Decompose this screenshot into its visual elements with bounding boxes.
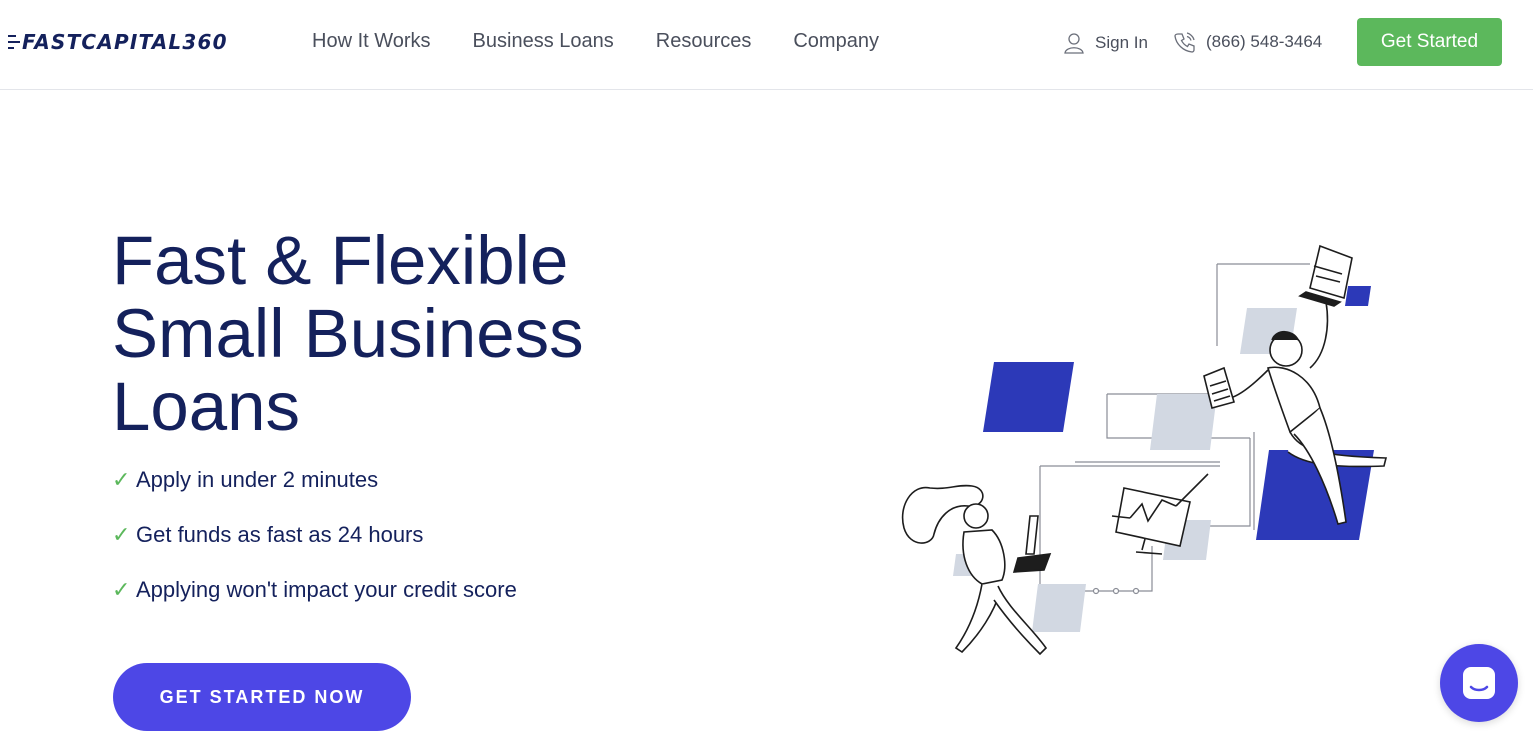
- sign-in-link[interactable]: Sign In: [1063, 31, 1148, 55]
- benefit-text: Get funds as fast as 24 hours: [136, 522, 424, 547]
- site-header: FASTCAPITAL360 How It Works Business Loa…: [0, 0, 1533, 90]
- phone-number: (866) 548-3464: [1206, 32, 1323, 51]
- hero-title: Fast & Flexible Small Business Loans: [112, 222, 584, 445]
- check-icon: ✓: [112, 522, 131, 547]
- chat-launcher-button[interactable]: [1440, 644, 1518, 722]
- logo-text: FASTCAPITAL360: [22, 30, 228, 54]
- get-started-button[interactable]: Get Started: [1357, 18, 1502, 66]
- benefit-item: ✓ Get funds as fast as 24 hours: [112, 521, 517, 549]
- phone-icon: [1174, 32, 1195, 53]
- chat-icon: [1463, 667, 1495, 699]
- sign-in-label: Sign In: [1095, 33, 1148, 52]
- benefit-item: ✓ Apply in under 2 minutes: [112, 466, 517, 494]
- woman-figure: [901, 484, 1052, 656]
- nav-resources[interactable]: Resources: [656, 30, 752, 53]
- nav-how-it-works[interactable]: How It Works: [312, 30, 431, 53]
- benefit-text: Applying won't impact your credit score: [136, 577, 517, 602]
- get-started-now-button[interactable]: GET STARTED NOW: [113, 663, 411, 731]
- nav-company[interactable]: Company: [793, 30, 879, 53]
- hero-illustration: [901, 244, 1388, 656]
- logo[interactable]: FASTCAPITAL360: [8, 28, 228, 56]
- nav-business-loans[interactable]: Business Loans: [473, 30, 614, 53]
- benefit-item: ✓ Applying won't impact your credit scor…: [112, 576, 517, 604]
- main-nav: How It Works Business Loans Resources Co…: [312, 30, 921, 53]
- phone-link[interactable]: (866) 548-3464: [1174, 31, 1322, 53]
- check-icon: ✓: [112, 467, 131, 492]
- logo-speed-lines: [8, 35, 20, 49]
- benefits-list: ✓ Apply in under 2 minutes ✓ Get funds a…: [112, 466, 517, 631]
- check-icon: ✓: [112, 577, 131, 602]
- benefit-text: Apply in under 2 minutes: [136, 467, 379, 492]
- user-icon: [1064, 33, 1084, 54]
